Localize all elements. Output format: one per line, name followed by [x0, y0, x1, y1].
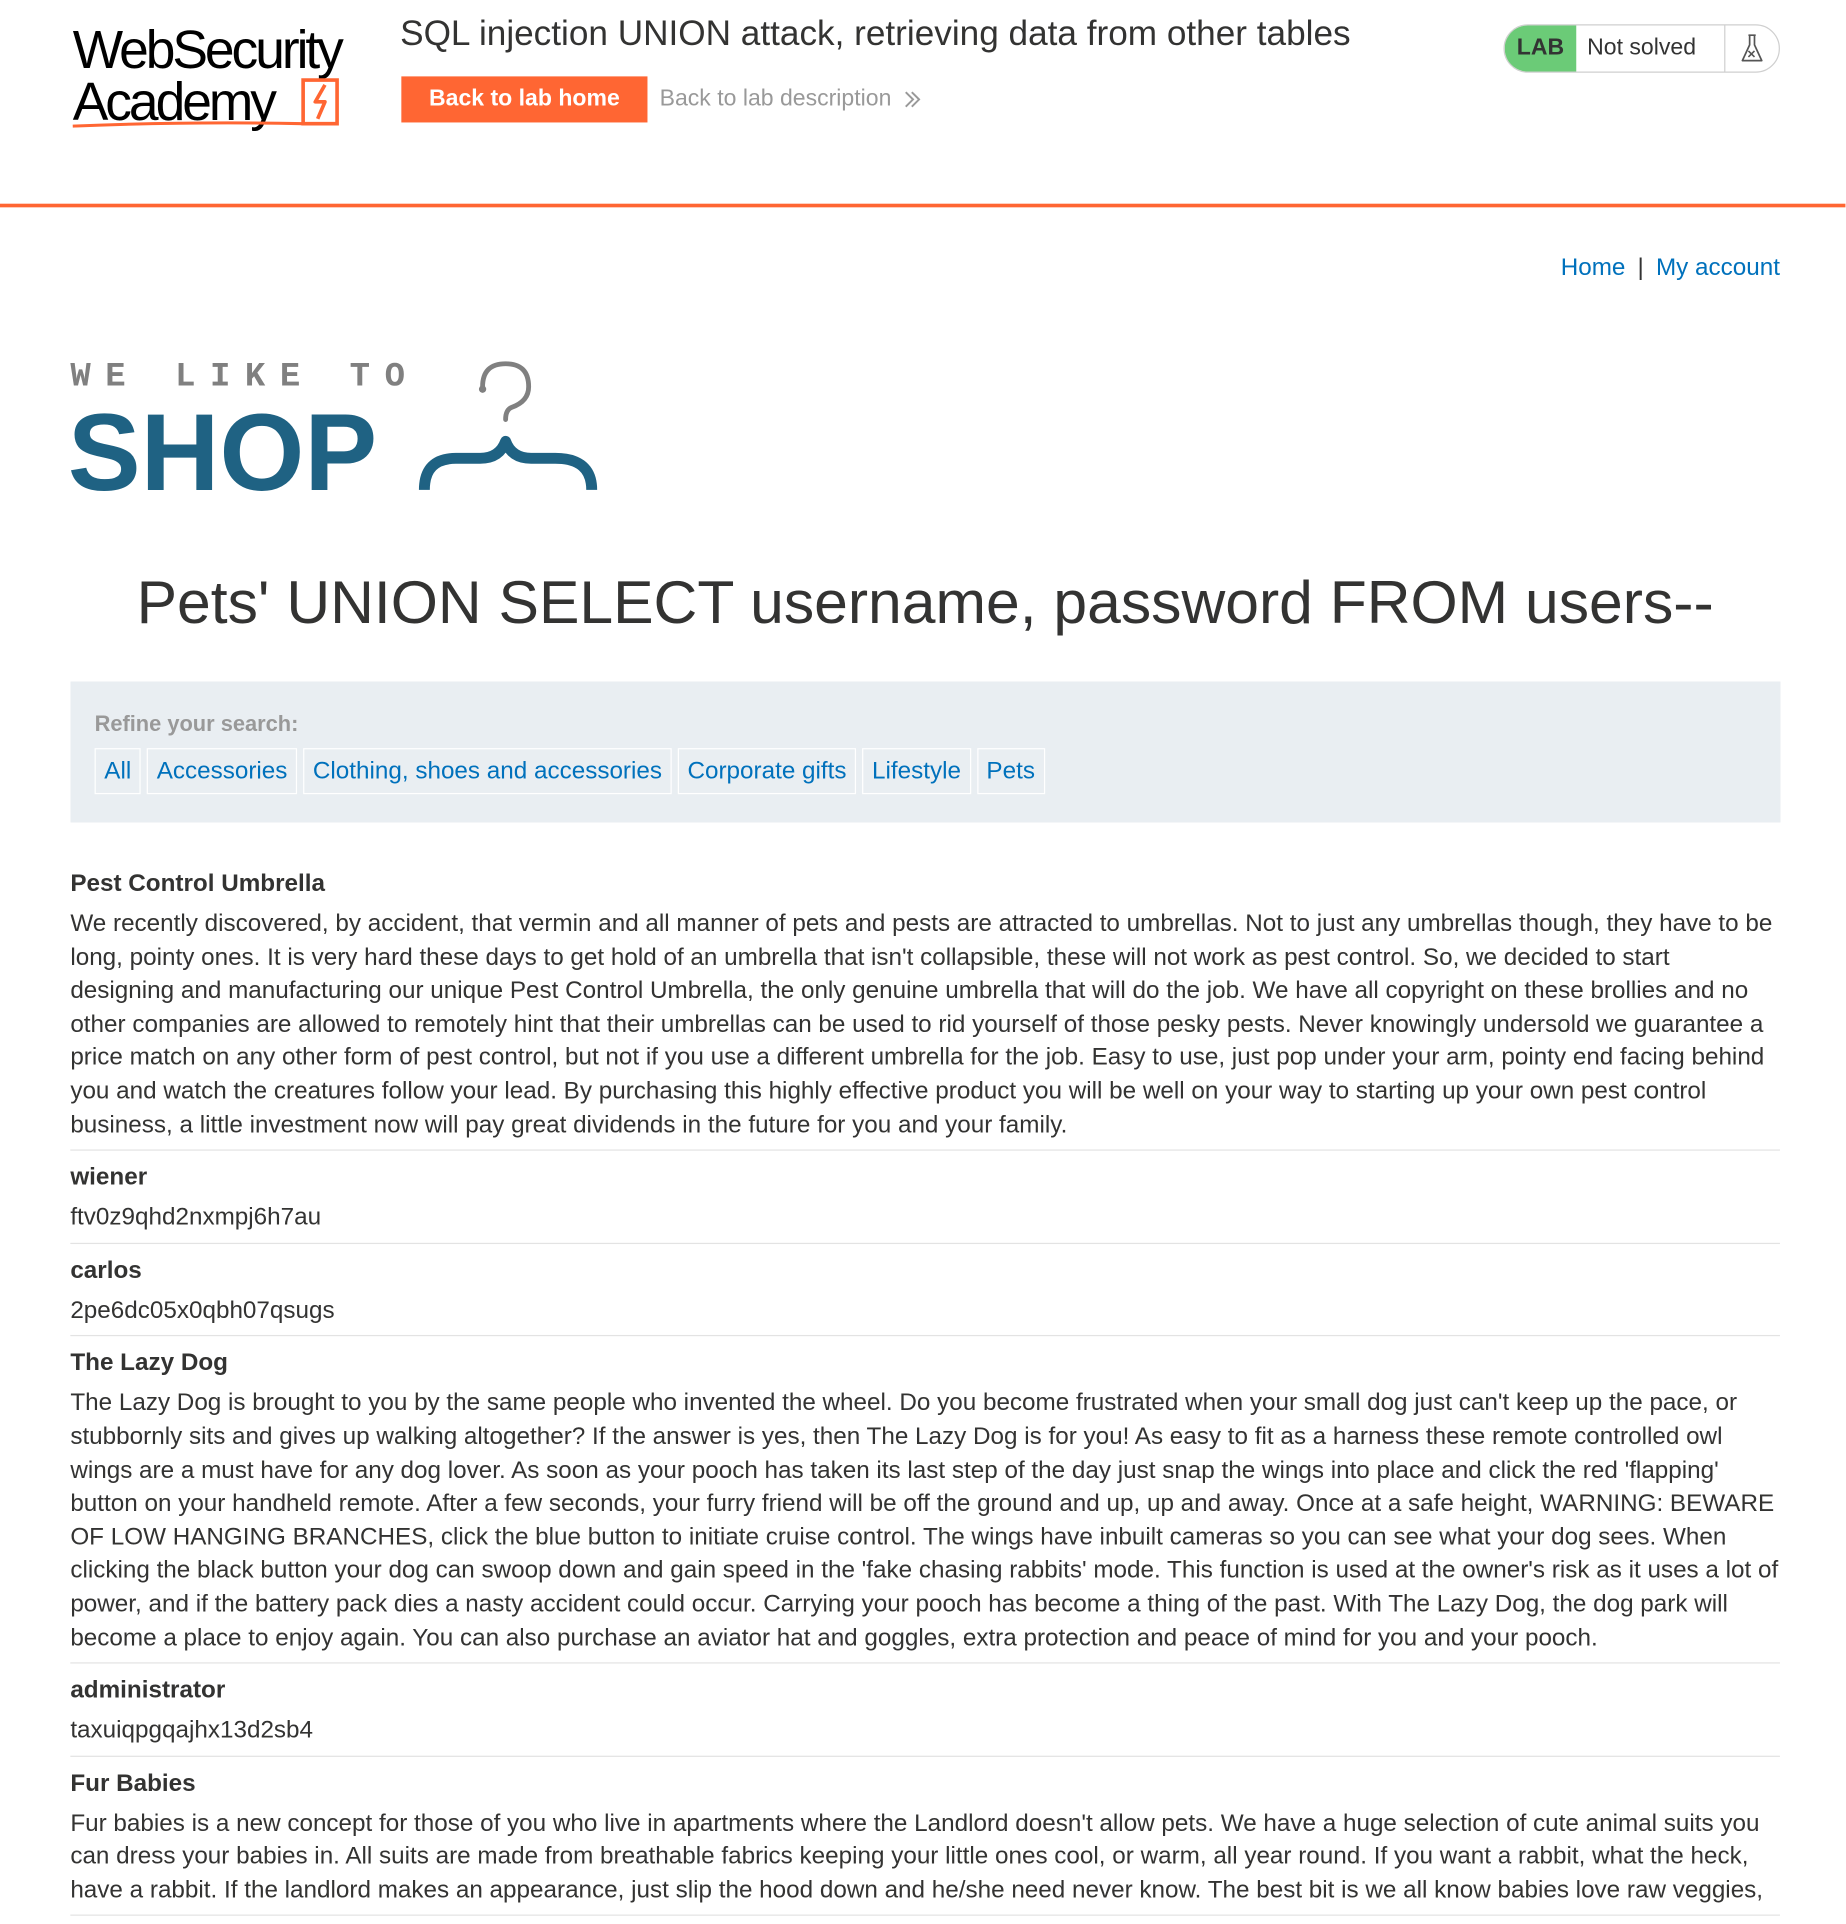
back-to-lab-description-label: Back to lab description: [659, 86, 892, 112]
nav-separator: |: [1637, 254, 1644, 282]
lab-status-text: Not solved: [1576, 25, 1726, 72]
results-table: Pest Control Umbrella We recently discov…: [70, 858, 1780, 1923]
filter-accessories[interactable]: Accessories: [146, 748, 298, 795]
top-navigation: Home | My account: [1561, 255, 1780, 283]
table-row: The Lazy Dog The Lazy Dog is brought to …: [70, 1344, 1780, 1664]
table-row: carlos 2pe6dc05x0qbh07qsugs: [70, 1251, 1780, 1337]
shop-name: SHOP: [68, 392, 377, 500]
filter-clothing-shoes-accessories[interactable]: Clothing, shoes and accessories: [303, 748, 672, 795]
web-security-academy-logo[interactable]: WebSecurity Academy: [70, 19, 373, 131]
home-link[interactable]: Home: [1561, 255, 1626, 282]
search-results-heading: Pets' UNION SELECT username, password FR…: [136, 568, 1714, 637]
result-description: We recently discovered, by accident, tha…: [70, 910, 1773, 1139]
logo-line-1: WebSecurity: [73, 21, 344, 80]
result-description: The Lazy Dog is brought to you by the sa…: [70, 1389, 1779, 1651]
result-name: administrator: [70, 1677, 226, 1704]
result-name: The Lazy Dog: [70, 1349, 228, 1377]
filter-all[interactable]: All: [94, 748, 141, 795]
filter-pets[interactable]: Pets: [976, 748, 1045, 795]
filter-list: All Accessories Clothing, shoes and acce…: [94, 748, 1045, 795]
table-row: administrator taxuiqpgqajhx13d2sb4: [70, 1671, 1780, 1757]
result-name: Fur Babies: [70, 1769, 196, 1797]
result-description: ftv0z9qhd2nxmpj6h7au: [70, 1204, 322, 1231]
result-name: wiener: [70, 1164, 148, 1191]
back-to-lab-description-link[interactable]: Back to lab description: [660, 86, 923, 113]
back-to-lab-home-button[interactable]: Back to lab home: [401, 76, 648, 123]
filter-corporate-gifts[interactable]: Corporate gifts: [677, 748, 857, 795]
result-description: Fur babies is a new concept for those of…: [70, 1809, 1764, 1904]
lab-status-widget: LAB Not solved: [1503, 24, 1780, 73]
result-name: carlos: [70, 1257, 142, 1284]
table-row: Fur Babies Fur babies is a new concept f…: [70, 1764, 1780, 1917]
lab-badge: LAB: [1504, 25, 1577, 72]
flask-icon: [1725, 25, 1778, 71]
table-row: Pest Control Umbrella We recently discov…: [70, 865, 1780, 1151]
filter-panel: Refine your search: All Accessories Clot…: [70, 681, 1780, 823]
lab-title: SQL injection UNION attack, retrieving d…: [400, 14, 1351, 54]
filter-lifestyle[interactable]: Lifestyle: [862, 748, 971, 795]
my-account-link[interactable]: My account: [1656, 255, 1780, 282]
hanger-icon: [418, 361, 598, 491]
result-name: Pest Control Umbrella: [70, 870, 326, 898]
double-chevron-right-icon: [905, 91, 921, 108]
result-description: taxuiqpgqajhx13d2sb4: [70, 1717, 314, 1744]
app-root: WebSecurity Academy SQL injection UNION …: [0, 0, 1846, 1917]
result-description: 2pe6dc05x0qbh07qsugs: [70, 1297, 335, 1324]
academy-header: WebSecurity Academy SQL injection UNION …: [0, 0, 1846, 208]
table-row: wiener ftv0z9qhd2nxmpj6h7au: [70, 1158, 1780, 1244]
filter-label: Refine your search:: [94, 711, 299, 736]
we-like-to-shop-logo: WE LIKE TO SHOP: [68, 359, 598, 500]
